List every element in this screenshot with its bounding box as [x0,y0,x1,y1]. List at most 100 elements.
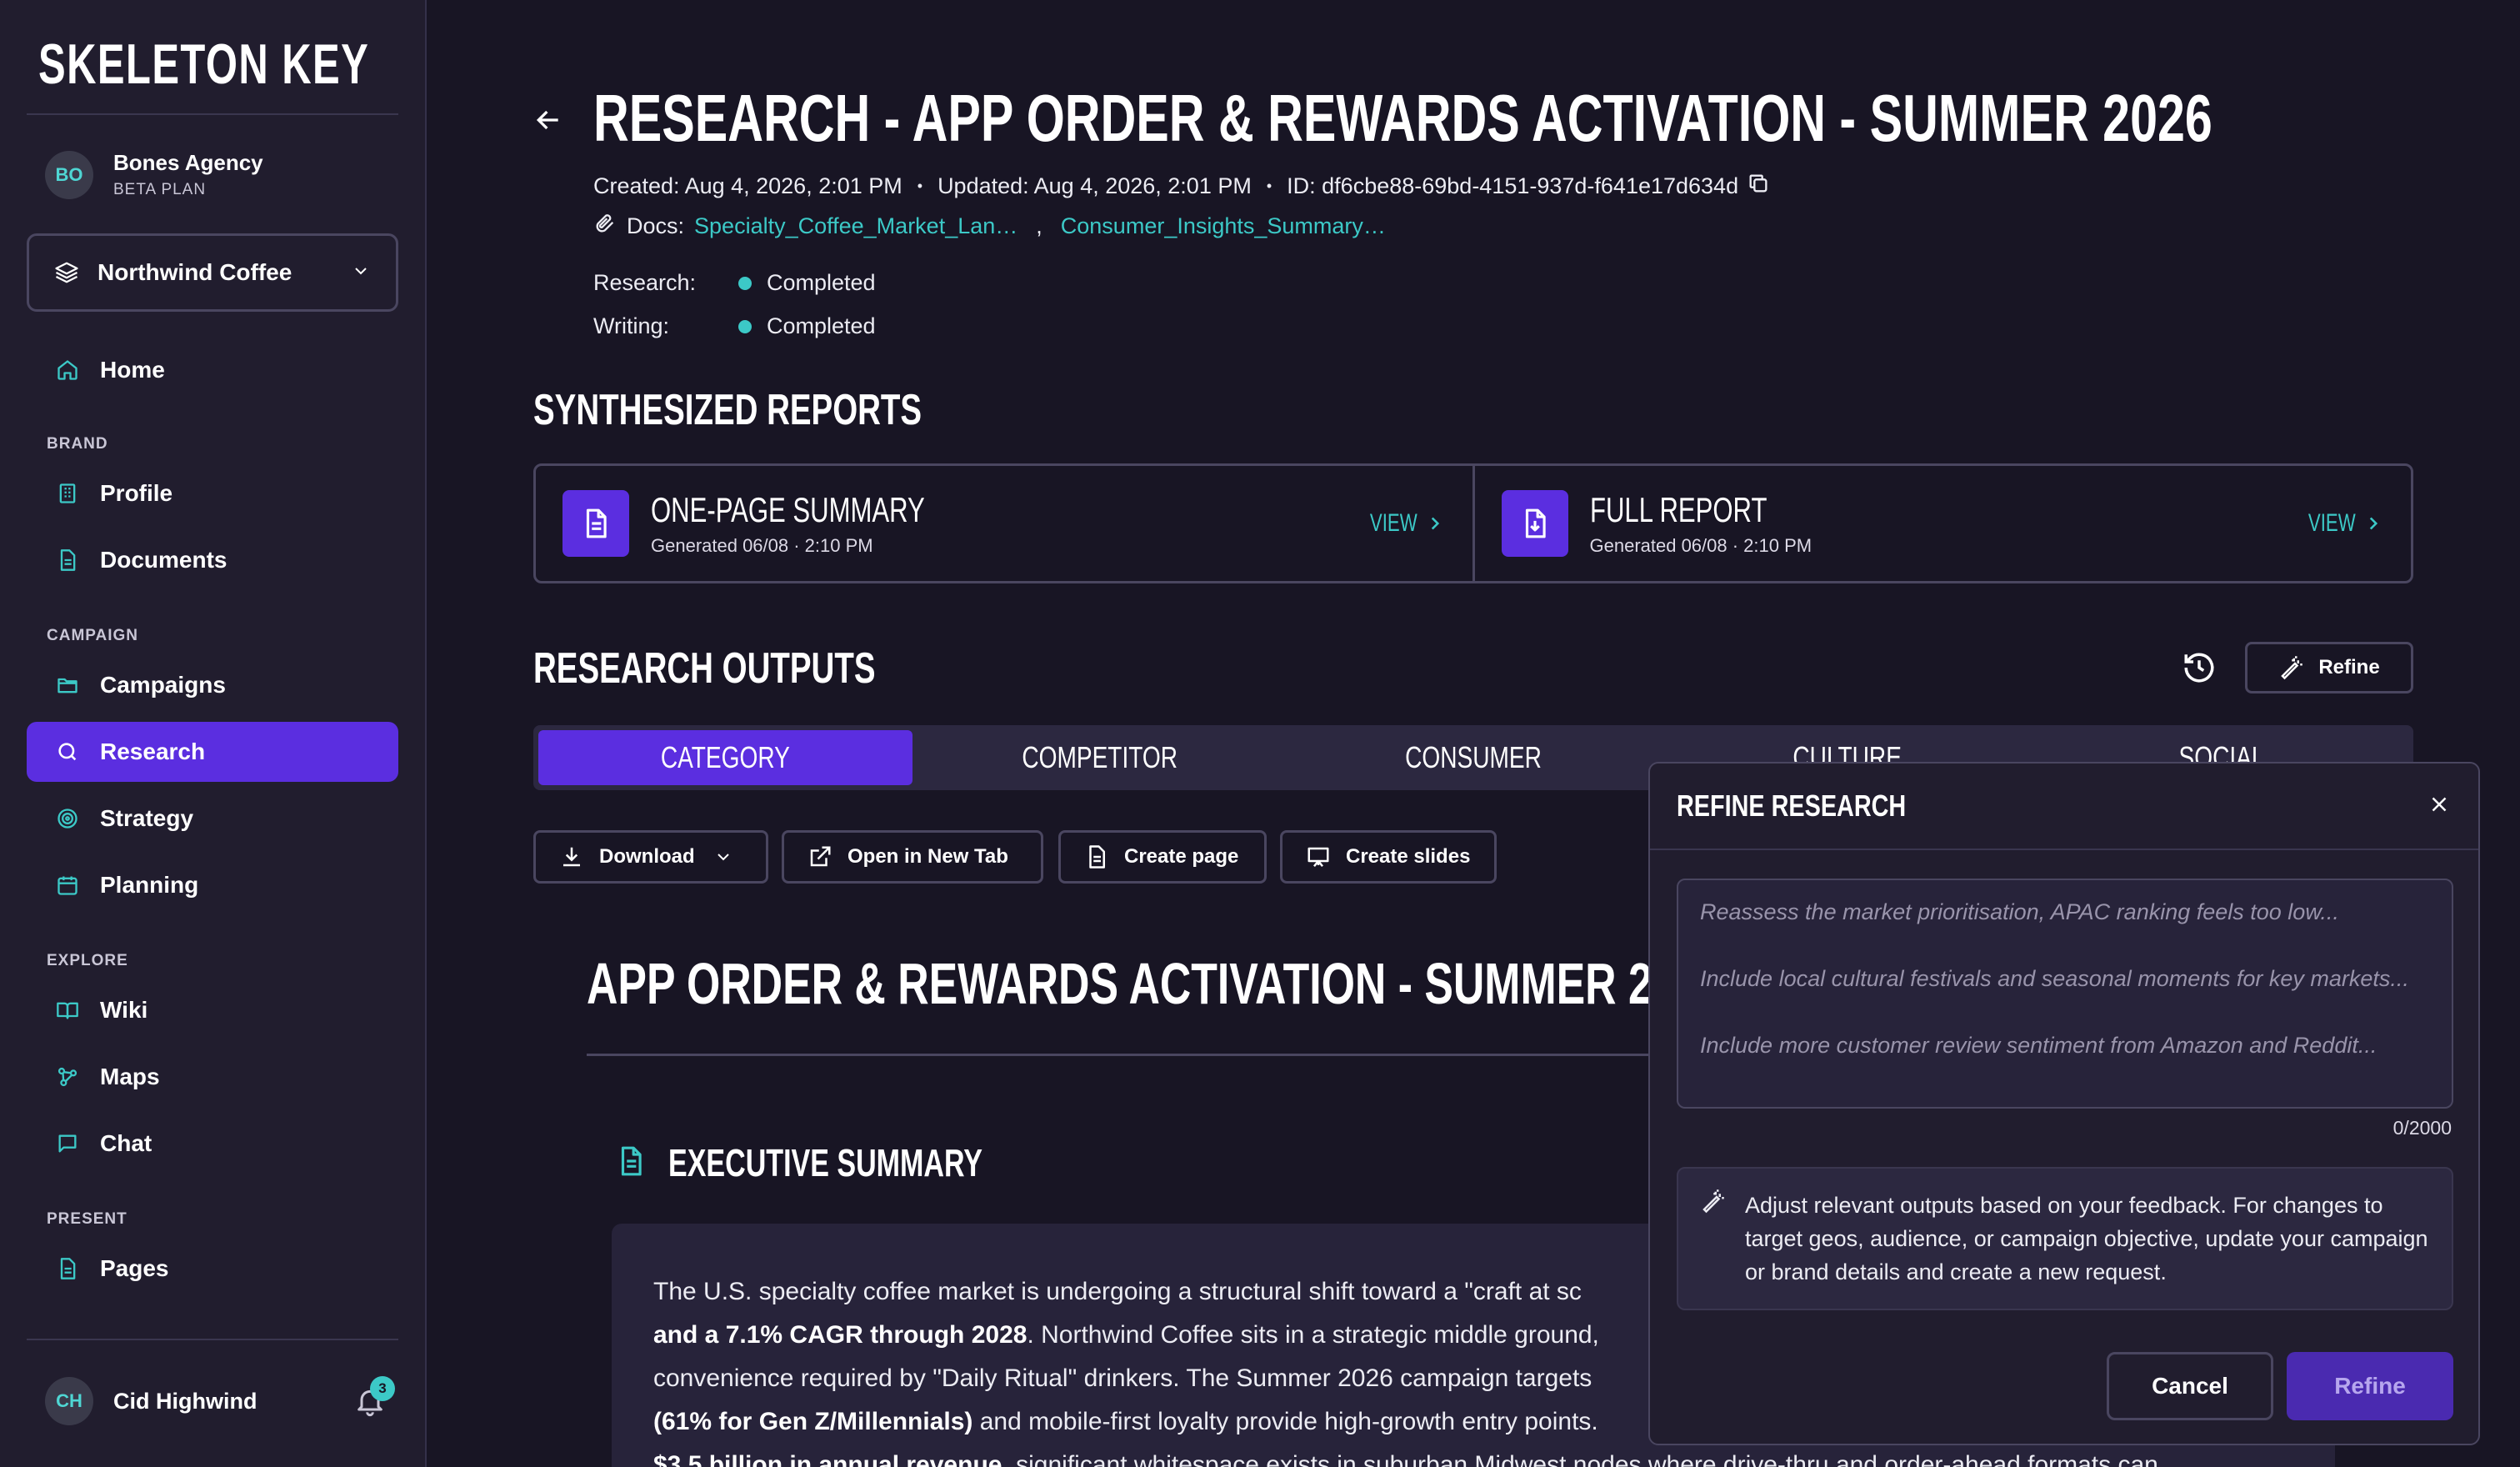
view-button[interactable]: VIEW [1353,509,1446,538]
section-brand: BRAND [47,435,108,453]
paperclip-icon [593,212,617,241]
summary-line: $3.5 billion in annual revenue, signific… [653,1444,2293,1467]
status-dot [738,276,752,290]
nav-pages-label: Pages [100,1255,169,1281]
nav-home[interactable]: Home [27,340,398,400]
nav-profile-label: Profile [100,480,173,506]
report-card-summary[interactable]: ONE-PAGE SUMMARY Generated 06/08 · 2:10 … [536,466,1472,581]
nav-profile[interactable]: Profile [27,463,398,523]
docs-label: Docs: [627,213,685,238]
brand-select[interactable]: Northwind Coffee [27,233,398,312]
feedback-textarea[interactable]: Reassess the market prioritisation, APAC… [1677,879,2453,1109]
status-research: Research: Completed [593,270,876,296]
nav-home-label: Home [100,357,165,383]
arrow-left-icon [532,110,565,140]
folder-icon [55,673,80,698]
report-card-full[interactable]: FULL REPORT Generated 06/08 · 2:10 PM VI… [1472,466,2412,581]
user-avatar: CH [45,1377,93,1425]
dialog-title: REFINE RESEARCH [1677,789,1907,823]
research-outputs-title: RESEARCH OUTPUTS [533,644,876,693]
status-dot [738,319,752,333]
notification-count: 3 [370,1376,395,1401]
view-label: VIEW [1369,509,1418,537]
record-id: ID: df6cbe88-69bd-4151-937d-f641e17d634d [1287,173,1739,198]
agency-switcher[interactable]: BO Bones Agency BETA PLAN [45,150,263,199]
back-button[interactable] [532,103,565,141]
magic-wand-icon [2281,656,2303,680]
tab-label: COMPETITOR [1021,740,1178,774]
user-menu[interactable]: CH Cid Highwind 3 [45,1376,395,1425]
brand-select-value: Northwind Coffee [98,259,292,285]
doc-link[interactable]: Specialty_Coffee_Market_Lan… [694,213,1018,239]
sidebar-divider [27,1339,398,1340]
bell-icon [353,1389,387,1421]
section-present: PRESENT [47,1210,128,1228]
page-meta: Created: Aug 4, 2026, 2:01 PM • Updated:… [593,172,1770,201]
tab-label: CONSUMER [1405,740,1542,774]
book-icon [55,998,80,1023]
target-icon [55,806,80,831]
nav-pages[interactable]: Pages [27,1239,398,1299]
refine-research-dialog: REFINE RESEARCH Reassess the market prio… [1648,762,2480,1445]
create-page-button[interactable]: Create page [1058,830,1267,884]
download-button[interactable]: Download [533,830,768,884]
character-counter: 0/2000 [2392,1117,2452,1139]
chevron-down-icon [717,854,729,861]
map-nodes-icon [55,1064,80,1089]
nav-campaigns[interactable]: Campaigns [27,655,398,715]
file-download-icon [1501,490,1568,557]
home-icon [55,358,80,383]
nav-chat[interactable]: Chat [27,1114,398,1174]
nav-planning-label: Planning [100,872,199,898]
chat-icon [55,1131,80,1156]
agency-name: Bones Agency [113,150,263,175]
download-label: Download [599,845,695,868]
info-text: Adjust relevant outputs based on your fe… [1745,1193,2428,1284]
tab-consumer[interactable]: CONSUMER [1287,730,1661,785]
chevron-down-icon [351,261,371,285]
section-explore: EXPLORE [47,952,128,969]
close-icon[interactable] [2427,792,2452,821]
agency-avatar: BO [45,150,93,199]
summary-highlight: (61% for Gen Z/Millennials) [653,1408,973,1435]
file-text-icon [1089,845,1105,869]
presentation-icon [1308,847,1329,868]
nav-planning[interactable]: Planning [27,855,398,915]
tab-label: CATEGORY [660,740,790,774]
submit-refine-button[interactable]: Refine [2287,1352,2453,1420]
separator-dot: • [1266,178,1272,194]
magic-wand-icon [1700,1189,1725,1309]
nav-documents[interactable]: Documents [27,530,398,590]
tab-competitor[interactable]: COMPETITOR [912,730,1287,785]
notifications-button[interactable]: 3 [353,1376,395,1421]
document-icon [55,1256,80,1281]
file-text-icon [615,1145,647,1181]
nav-maps[interactable]: Maps [27,1047,398,1107]
view-label: VIEW [2308,509,2356,537]
status-label: Writing: [593,313,670,338]
summary-highlight: $3.5 billion in annual revenue [653,1451,1002,1467]
summary-text: and mobile-first loyalty provide high-gr… [972,1408,1598,1435]
nav-research[interactable]: Research [27,722,398,782]
title-divider [587,1054,1670,1056]
file-text-icon [562,490,629,557]
open-new-tab-button[interactable]: Open in New Tab [782,830,1043,884]
tab-category[interactable]: CATEGORY [538,730,912,785]
view-button[interactable]: VIEW [2292,509,2384,538]
nav-wiki[interactable]: Wiki [27,980,398,1040]
cancel-button[interactable]: Cancel [2107,1352,2273,1420]
doc-link[interactable]: Consumer_Insights_Summary… [1061,213,1386,239]
status-writing: Writing: Completed [593,313,876,339]
document-icon [55,548,80,573]
app-logo[interactable]: SKELETON KEY [38,32,369,97]
open-new-tab-label: Open in New Tab [848,845,1008,868]
create-slides-button[interactable]: Create slides [1280,830,1497,884]
history-button[interactable] [2182,650,2217,689]
calendar-icon [55,873,80,898]
nav-strategy[interactable]: Strategy [27,789,398,849]
page-title: RESEARCH - APP ORDER & REWARDS ACTIVATIO… [593,81,2212,155]
copy-icon[interactable] [1747,172,1770,201]
refine-button[interactable]: Refine [2245,642,2413,693]
summary-highlight: and a 7.1% CAGR through 2028 [653,1321,1028,1349]
agency-plan: BETA PLAN [113,181,207,198]
